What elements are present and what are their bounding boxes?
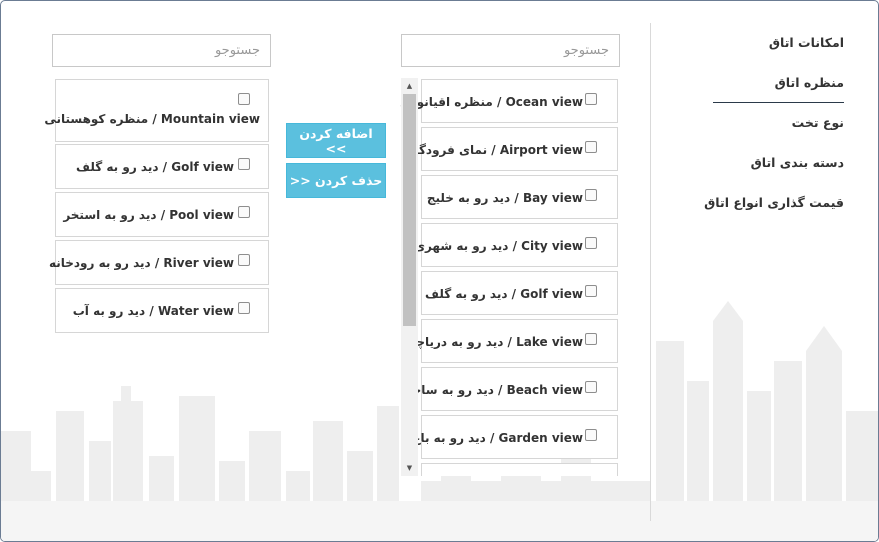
checkbox[interactable] <box>238 302 250 314</box>
checkbox[interactable] <box>238 254 250 266</box>
nav-item-room-category[interactable]: دسته بندی اتاق <box>701 143 851 183</box>
list-item[interactable]: Ocean view / منظره اقیانوس <box>400 79 618 123</box>
scroll-down-arrow-icon[interactable]: ▼ <box>401 460 418 476</box>
list-item[interactable]: Airport view / نمای فرودگاه <box>407 127 618 171</box>
list-item[interactable]: Mountain view / منظره کوهستانی <box>44 79 269 142</box>
add-button[interactable]: اضافه کردن >> <box>286 123 386 158</box>
nav-item-room-view[interactable]: منظره اتاق <box>701 63 851 103</box>
list-item[interactable]: Water view / دید رو به آب <box>55 288 269 333</box>
checkbox[interactable] <box>585 189 597 201</box>
checkbox[interactable] <box>238 206 250 218</box>
nav-item-room-amenities[interactable]: امکانات اتاق <box>701 23 851 63</box>
checkbox[interactable] <box>585 429 597 441</box>
list-item[interactable]: Golf view / دید رو به گلف <box>421 271 618 315</box>
list-item[interactable]: Pool view / دید رو به استخر <box>55 192 269 237</box>
checkbox[interactable] <box>585 237 597 249</box>
list-item[interactable]: Lake view / دید رو به دریاچه <box>409 319 618 363</box>
list-item[interactable]: Bay view / دید رو به خلیج <box>421 175 618 219</box>
checkbox[interactable] <box>585 141 597 153</box>
remove-button[interactable]: حذف کردن << <box>286 163 386 198</box>
list-item[interactable]: River view / دید رو به رودخانه <box>49 240 269 285</box>
available-search-input[interactable] <box>401 34 620 67</box>
list-item[interactable]: City view / دید رو به شهری <box>414 223 618 267</box>
list-item[interactable]: Golf view / دید رو به گلف <box>55 144 269 189</box>
checkbox[interactable] <box>585 381 597 393</box>
sidebar-divider <box>650 23 651 521</box>
checkbox[interactable] <box>585 285 597 297</box>
list-item-partial <box>421 463 618 476</box>
checkbox[interactable] <box>585 333 597 345</box>
checkbox[interactable] <box>585 93 597 105</box>
scrollbar-thumb[interactable] <box>403 94 416 326</box>
available-list-scrollbar[interactable]: ▲ ▼ <box>401 78 418 476</box>
checkbox[interactable] <box>238 158 250 170</box>
checkbox[interactable] <box>238 93 250 105</box>
scroll-up-arrow-icon[interactable]: ▲ <box>401 78 418 94</box>
nav-item-bed-type[interactable]: نوع تخت <box>701 103 851 143</box>
nav-item-room-pricing[interactable]: قیمت گذاری انواع اتاق <box>701 183 851 223</box>
app-window: امکانات اتاق منظره اتاق نوع تخت دسته بند… <box>0 0 879 542</box>
list-item[interactable]: Garden view / دید رو به باغ <box>412 415 618 459</box>
list-item[interactable]: Beach view / دید رو به ساحل <box>402 367 618 411</box>
selected-search-input[interactable] <box>52 34 271 67</box>
settings-nav: امکانات اتاق منظره اتاق نوع تخت دسته بند… <box>701 23 851 223</box>
